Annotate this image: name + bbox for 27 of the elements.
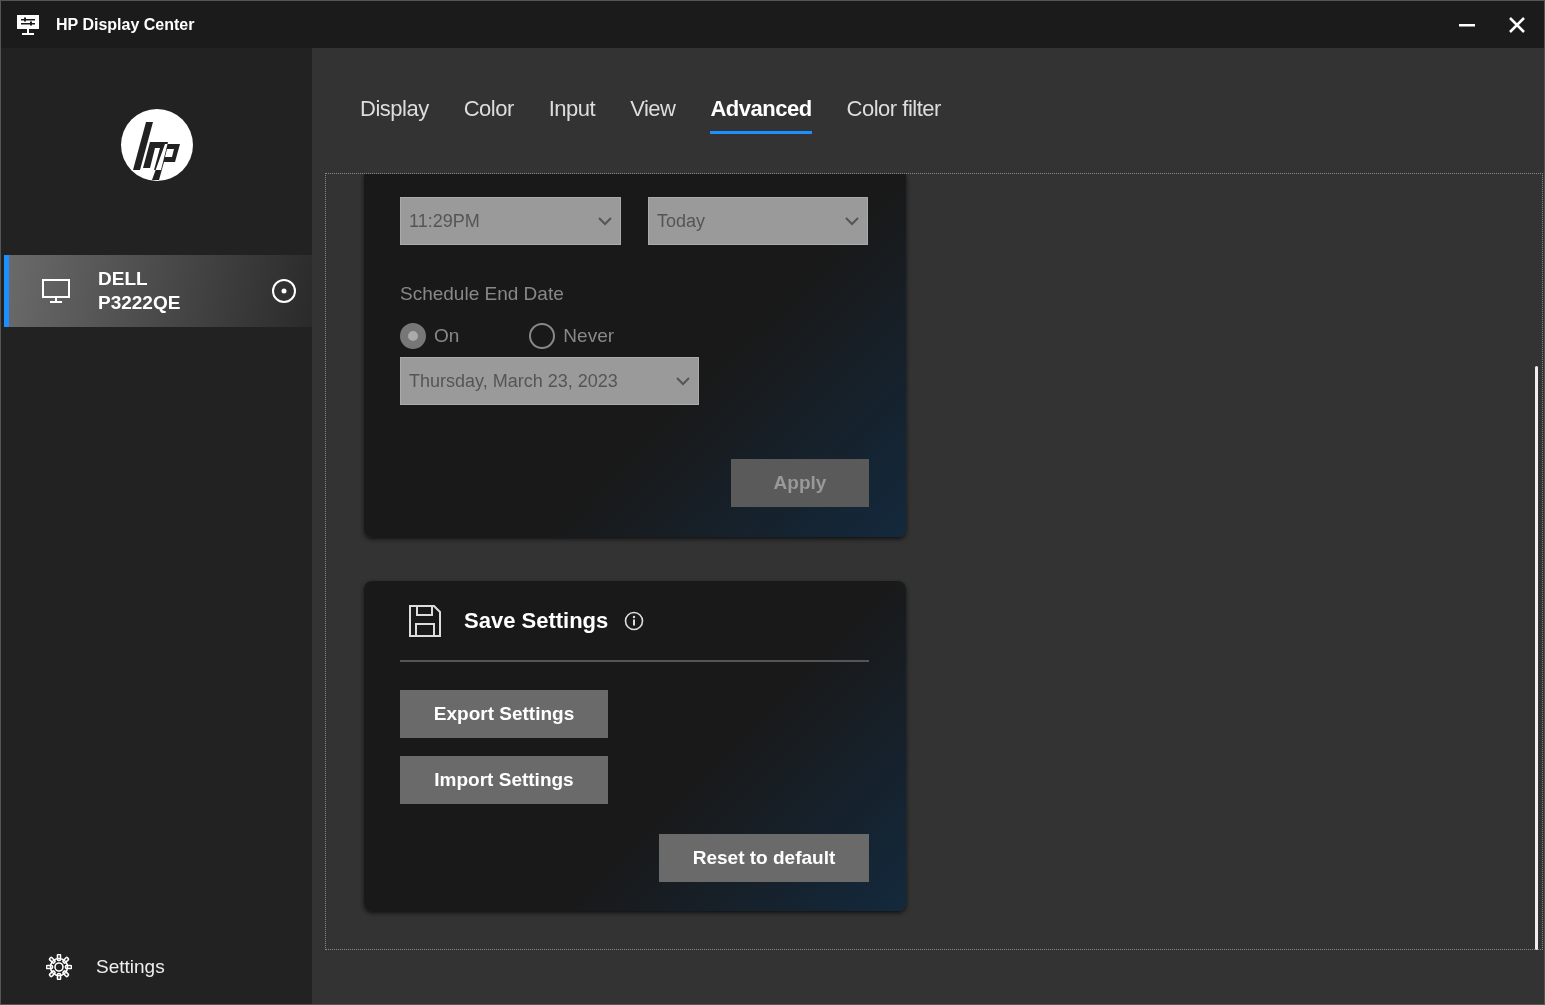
device-name: DELL P3222QE bbox=[98, 267, 182, 315]
scrollbar[interactable] bbox=[1535, 366, 1538, 950]
card-title: Save Settings bbox=[464, 608, 609, 634]
tab[interactable]: Color bbox=[463, 96, 514, 134]
chevron-down-icon bbox=[676, 376, 690, 386]
settings-icon bbox=[46, 954, 72, 980]
target-icon[interactable] bbox=[271, 278, 297, 304]
tab[interactable]: Advanced bbox=[710, 96, 812, 134]
device-item[interactable]: DELL P3222QE bbox=[4, 255, 312, 327]
tab[interactable]: View bbox=[630, 96, 676, 134]
tab[interactable]: Color filter bbox=[846, 96, 941, 134]
monitor-icon bbox=[41, 278, 71, 304]
monitor-sliders-icon bbox=[16, 13, 40, 36]
radio-label: On bbox=[434, 325, 460, 347]
reset-button[interactable]: Reset to default bbox=[659, 834, 869, 882]
chevron-down-icon bbox=[845, 216, 859, 226]
tab[interactable]: Display bbox=[360, 96, 429, 134]
window-title: HP Display Center bbox=[56, 15, 195, 34]
settings-button[interactable]: Export Settings bbox=[400, 690, 608, 738]
chevron-down-icon bbox=[598, 216, 612, 226]
info-icon[interactable] bbox=[624, 611, 645, 631]
tab[interactable]: Input bbox=[548, 96, 596, 134]
radio-label: Never bbox=[563, 325, 615, 347]
settings-link[interactable]: Settings bbox=[1, 930, 312, 1004]
settings-button[interactable]: Import Settings bbox=[400, 756, 608, 804]
close-icon[interactable] bbox=[1509, 16, 1525, 33]
field-label: Schedule End Date bbox=[400, 283, 565, 305]
